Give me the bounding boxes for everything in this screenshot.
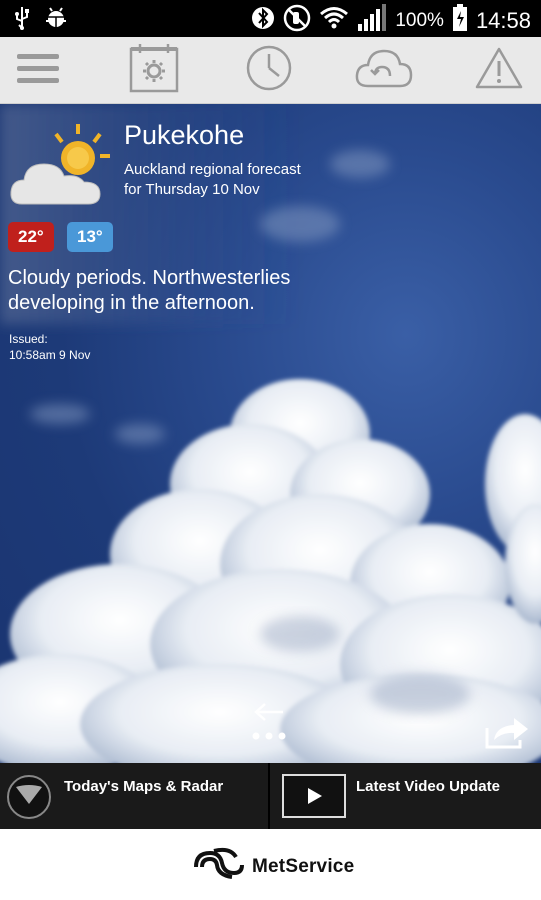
forecast-panel: Pukekohe Auckland regional forecast for …	[0, 104, 541, 763]
bottom-nav: Today's Maps & Radar Latest Video Update	[0, 763, 541, 829]
partly-cloudy-icon	[8, 122, 112, 212]
toolbar	[0, 37, 541, 104]
settings-button[interactable]	[126, 43, 182, 97]
battery-percent: 100%	[395, 9, 444, 31]
min-temp-badge: 13°	[67, 222, 113, 252]
android-debug-icon	[44, 7, 68, 34]
issued-time: 10:58am 9 Nov	[9, 348, 91, 362]
history-icon	[245, 44, 293, 97]
radar-icon	[6, 774, 52, 825]
refresh-icon	[354, 46, 414, 95]
signal-icon	[357, 4, 387, 37]
warning-icon	[475, 46, 523, 95]
region-label: Auckland regional forecast	[124, 161, 301, 178]
warning-button[interactable]	[471, 43, 527, 97]
swipe-back-button[interactable]	[247, 702, 291, 746]
menu-icon	[17, 51, 59, 90]
refresh-button[interactable]	[352, 43, 416, 97]
video-update-label: Latest Video Update	[356, 778, 500, 795]
forecast-summary: Cloudy periods. Northwesterlies developi…	[8, 267, 291, 314]
arrow-left-icon	[247, 703, 291, 750]
status-bar: 100% 14:58	[0, 0, 541, 37]
play-icon	[282, 774, 346, 823]
maps-radar-button[interactable]: Today's Maps & Radar	[0, 763, 268, 829]
share-button[interactable]	[484, 714, 530, 750]
location-name: Pukekohe	[124, 120, 245, 150]
maps-radar-label: Today's Maps & Radar	[64, 778, 224, 795]
settings-icon	[128, 43, 180, 98]
video-update-button[interactable]: Latest Video Update	[270, 763, 541, 829]
history-button[interactable]	[241, 43, 297, 97]
brand-logo: MetService	[192, 847, 354, 886]
bluetooth-icon	[251, 4, 275, 37]
issued-label: Issued:	[9, 332, 48, 346]
wifi-icon	[319, 6, 349, 35]
brand-name: MetService	[252, 855, 355, 877]
battery-icon	[452, 4, 468, 37]
metservice-logo-icon	[192, 847, 246, 886]
menu-button[interactable]	[10, 43, 66, 97]
max-temp-badge: 22°	[8, 222, 54, 252]
clock: 14:58	[475, 7, 531, 33]
forecast-subtitle: Auckland regional forecast for Thursday …	[124, 160, 301, 200]
usb-icon	[14, 6, 30, 35]
footer: MetService	[0, 829, 541, 900]
forecast-date: for Thursday 10 Nov	[124, 181, 260, 198]
share-icon	[484, 718, 530, 754]
mute-icon	[283, 4, 311, 37]
